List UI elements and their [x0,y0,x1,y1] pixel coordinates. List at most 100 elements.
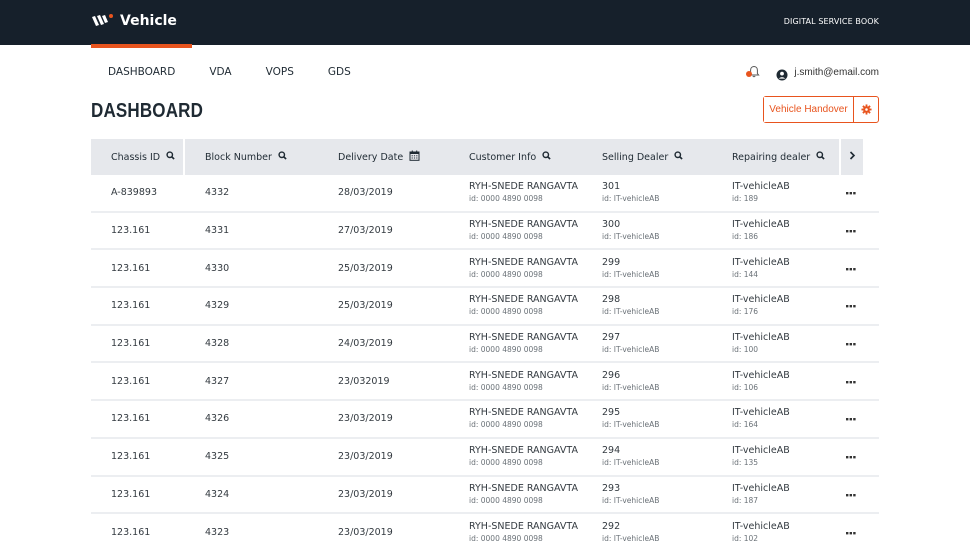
handover-settings-button[interactable] [854,97,878,122]
cell-selling-dealer: 293 id: IT-vehicleAB [582,483,712,506]
column-header-repairing-dealer[interactable]: Repairing dealer [712,139,839,175]
table-row[interactable]: A-839893 4332 28/03/2019 RYH-SNEDE RANGA… [91,175,879,213]
table-row[interactable]: 123.161 4327 23/032019 RYH-SNEDE RANGAVT… [91,363,879,402]
customer-name: RYH-SNEDE RANGAVTA [469,294,578,306]
cell-value: 4327 [205,375,230,387]
column-header-delivery-date[interactable]: Delivery Date [318,139,449,175]
cell-repairing-dealer: IT-vehicleAB id: 144 [712,257,839,280]
nav-item-vops[interactable]: VOPS [266,66,294,78]
nav-item-vda[interactable]: VDA [209,66,231,78]
table-row[interactable]: 123.161 4324 23/03/2019 RYH-SNEDE RANGAV… [91,477,879,515]
table-row[interactable]: 123.161 4330 25/03/2019 RYH-SNEDE RANGAV… [91,250,879,289]
cell-chassis-id: 123.161 [91,489,185,500]
repairing-dealer-id: id: 189 [732,194,759,204]
brand-name: Vehicle [120,13,177,29]
cell-repairing-dealer: IT-vehicleAB id: 176 [712,294,839,317]
table-row[interactable]: 123.161 4329 25/03/2019 RYH-SNEDE RANGAV… [91,288,879,326]
search-icon[interactable] [278,151,287,163]
cell-value: 25/03/2019 [338,300,393,312]
selling-dealer-number: 293 [602,482,621,494]
row-actions-button[interactable] [839,187,863,198]
cell-customer-info: RYH-SNEDE RANGAVTA id: 0000 4890 0098 [449,294,582,317]
table-row[interactable]: 123.161 4328 24/03/2019 RYH-SNEDE RANGAV… [91,326,879,364]
selling-dealer-id: id: IT-vehicleAB [602,307,660,317]
main-nav: DASHBOARD VDA VOPS GDS [108,66,385,78]
customer-id: id: 0000 4890 0098 [469,345,543,355]
cell-repairing-dealer: IT-vehicleAB id: 100 [712,332,839,355]
cell-selling-dealer: 292 id: IT-vehicleAB [582,521,712,544]
selling-dealer-number: 295 [602,407,621,419]
row-actions-button[interactable] [839,376,863,387]
bell-icon[interactable] [746,64,762,80]
cell-value: 4331 [205,225,230,237]
gear-icon [860,100,872,119]
cell-delivery-date: 24/03/2019 [318,338,449,349]
cell-value: 4330 [205,262,230,274]
row-actions-button[interactable] [839,338,863,349]
vehicle-handover-button[interactable]: Vehicle Handover [764,97,854,122]
column-header-selling-dealer[interactable]: Selling Dealer [582,139,712,175]
row-actions-button[interactable] [839,300,863,311]
customer-name: RYH-SNEDE RANGAVTA [469,520,578,532]
nav-item-gds[interactable]: GDS [328,66,351,78]
repairing-dealer-name: IT-vehicleAB [732,520,790,532]
repairing-dealer-name: IT-vehicleAB [732,256,790,268]
search-icon[interactable] [166,151,175,163]
more-horizontal-icon [846,451,856,462]
customer-id: id: 0000 4890 0098 [469,382,543,392]
nav-item-dashboard[interactable]: DASHBOARD [108,66,175,78]
cell-customer-info: RYH-SNEDE RANGAVTA id: 0000 4890 0098 [449,445,582,468]
selling-dealer-number: 299 [602,256,621,268]
cell-customer-info: RYH-SNEDE RANGAVTA id: 0000 4890 0098 [449,181,582,204]
more-horizontal-icon [846,376,856,387]
table-row[interactable]: 123.161 4331 27/03/2019 RYH-SNEDE RANGAV… [91,213,879,251]
cell-customer-info: RYH-SNEDE RANGAVTA id: 0000 4890 0098 [449,370,582,393]
user-email[interactable]: j.smith@email.com [794,67,879,78]
column-header-chassis-id[interactable]: Chassis ID [91,139,183,175]
repairing-dealer-name: IT-vehicleAB [732,407,790,419]
next-columns-button[interactable] [841,139,863,175]
row-actions-button[interactable] [839,527,863,538]
cell-selling-dealer: 297 id: IT-vehicleAB [582,332,712,355]
search-icon[interactable] [816,151,825,163]
cell-block-number: 4326 [185,413,318,424]
row-actions-button[interactable] [839,489,863,500]
cell-value: 123.161 [111,225,151,237]
cell-delivery-date: 23/032019 [318,376,449,387]
cell-value: 24/03/2019 [338,338,393,350]
cell-block-number: 4332 [185,187,318,198]
calendar-icon[interactable] [409,150,420,164]
brand[interactable]: Vehicle [91,12,177,30]
customer-id: id: 0000 4890 0098 [469,307,543,317]
row-actions-button[interactable] [839,413,863,424]
more-horizontal-icon [846,338,856,349]
customer-id: id: 0000 4890 0098 [469,232,543,242]
table-row[interactable]: 123.161 4326 23/03/2019 RYH-SNEDE RANGAV… [91,401,879,439]
table-row[interactable]: 123.161 4323 23/03/2019 RYH-SNEDE RANGAV… [91,514,879,545]
repairing-dealer-id: id: 102 [732,533,759,543]
column-header-block-number[interactable]: Block Number [185,139,318,175]
row-actions-button[interactable] [839,263,863,274]
cell-repairing-dealer: IT-vehicleAB id: 164 [712,407,839,430]
cell-selling-dealer: 299 id: IT-vehicleAB [582,257,712,280]
cell-repairing-dealer: IT-vehicleAB id: 135 [712,445,839,468]
cell-selling-dealer: 295 id: IT-vehicleAB [582,407,712,430]
cell-chassis-id: 123.161 [91,338,185,349]
search-icon[interactable] [542,151,551,163]
selling-dealer-number: 292 [602,520,621,532]
customer-name: RYH-SNEDE RANGAVTA [469,369,578,381]
cell-customer-info: RYH-SNEDE RANGAVTA id: 0000 4890 0098 [449,407,582,430]
row-actions-button[interactable] [839,225,863,236]
selling-dealer-id: id: IT-vehicleAB [602,420,660,430]
selling-dealer-id: id: IT-vehicleAB [602,382,660,392]
cell-value: 4332 [205,187,230,199]
column-header-customer-info[interactable]: Customer Info [449,139,582,175]
active-nav-indicator [91,44,192,48]
user-circle-icon[interactable] [776,66,788,81]
repairing-dealer-id: id: 100 [732,345,759,355]
row-actions-button[interactable] [839,451,863,462]
search-icon[interactable] [674,151,683,163]
selling-dealer-id: id: IT-vehicleAB [602,269,660,279]
table-row[interactable]: 123.161 4325 23/03/2019 RYH-SNEDE RANGAV… [91,439,879,477]
repairing-dealer-name: IT-vehicleAB [732,369,790,381]
